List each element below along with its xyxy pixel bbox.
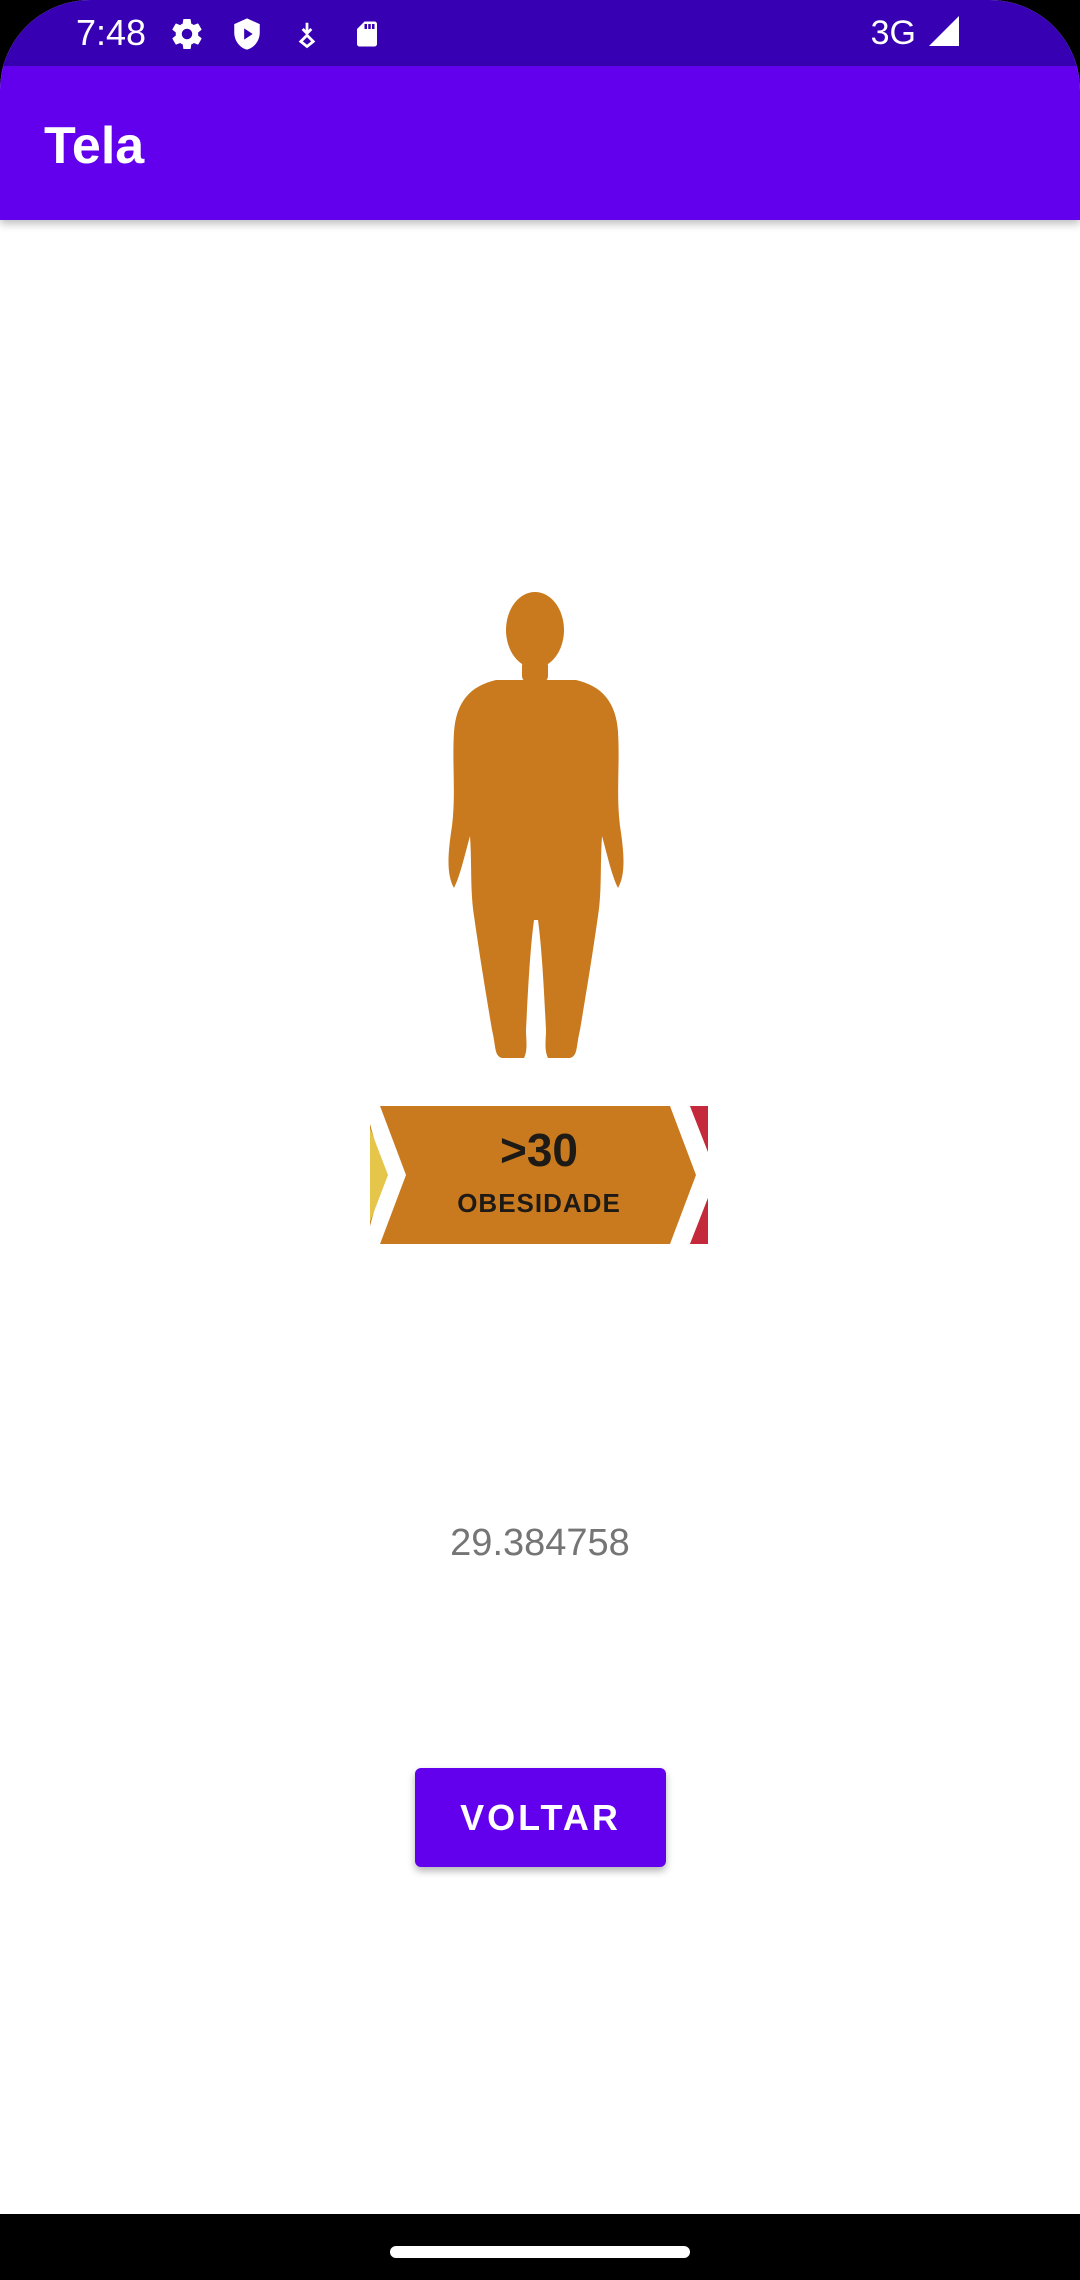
bmi-category-range: >30 — [499, 1124, 579, 1176]
download-icon — [288, 15, 326, 53]
bmi-value-text: 29.384758 — [450, 1522, 630, 1564]
status-right: 3G — [871, 12, 962, 54]
app-title: Tela — [44, 117, 145, 175]
body-silhouette-image — [430, 590, 640, 1060]
result-content: >30 OBESIDADE 29.384758 VOLTAR — [0, 220, 1080, 2215]
home-gesture-handle[interactable] — [390, 2246, 690, 2258]
bmi-category-label: OBESIDADE — [457, 1188, 621, 1218]
signal-icon — [926, 13, 962, 54]
status-time: 7:48 — [76, 12, 147, 53]
bmi-category-banner: >30 OBESIDADE — [370, 1106, 708, 1244]
back-button[interactable]: VOLTAR — [415, 1768, 666, 1867]
play-protect-icon — [228, 15, 266, 53]
network-type: 3G — [870, 14, 916, 52]
sd-card-icon — [348, 15, 386, 53]
notification-icons — [168, 15, 386, 53]
navigation-bar — [0, 2214, 1080, 2280]
phone-screen: 7:48 3G Tela >30 OBESIDADE 29.384758 VOL… — [0, 0, 1080, 2280]
app-bar: Tela — [0, 66, 1080, 220]
settings-icon — [168, 15, 206, 53]
status-bar: 7:48 3G — [0, 0, 1080, 66]
